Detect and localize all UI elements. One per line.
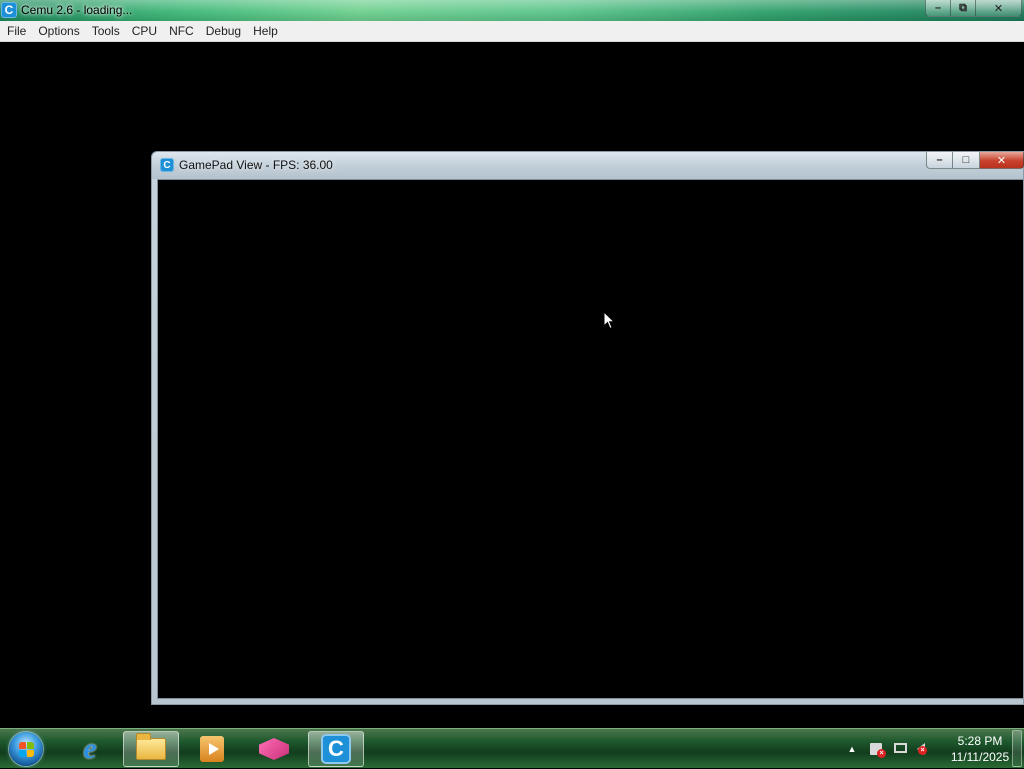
network-icon[interactable] [892, 742, 908, 756]
gamepad-window-title: GamePad View - FPS: 36.00 [179, 158, 333, 172]
main-minimize-button[interactable]: – [925, 0, 951, 17]
media-play-icon [200, 736, 224, 762]
action-center-flag-icon[interactable]: × [868, 742, 886, 758]
cemu-app-icon[interactable]: C [1, 2, 17, 18]
main-close-button[interactable]: ✕ [976, 0, 1022, 17]
main-restore-button[interactable]: ⧉ [951, 0, 976, 17]
main-window-title: Cemu 2.6 - loading... [21, 3, 133, 17]
menu-nfc[interactable]: NFC [163, 21, 200, 41]
folder-icon [136, 733, 166, 760]
main-window-controls: – ⧉ ✕ [925, 0, 1022, 17]
gamepad-close-button[interactable]: ✕ [980, 152, 1024, 169]
gamepad-render-area[interactable] [157, 179, 1023, 699]
system-tray: ▲ × × 5:28 PM 11/11/2025 [834, 729, 1024, 769]
taskbar: e C ▲ × × 5:28 PM 11/11/2025 [0, 728, 1024, 768]
taskbar-cemu[interactable]: C [308, 731, 364, 767]
menu-tools[interactable]: Tools [86, 21, 126, 41]
gamepad-minimize-button[interactable]: – [926, 152, 953, 169]
main-window-titlebar[interactable]: C Cemu 2.6 - loading... – ⧉ ✕ [0, 0, 1024, 21]
menu-debug[interactable]: Debug [200, 21, 247, 41]
taskbar-media-player[interactable] [184, 731, 240, 767]
menu-help[interactable]: Help [247, 21, 284, 41]
show-hidden-icons-arrow-icon[interactable]: ▲ [844, 742, 860, 756]
gamepad-view-window: C GamePad View - FPS: 36.00 – □ ✕ [151, 151, 1024, 705]
gamepad-maximize-button[interactable]: □ [953, 152, 980, 169]
taskbar-app-box[interactable] [246, 731, 302, 767]
menu-bar: File Options Tools CPU NFC Debug Help [0, 21, 1024, 42]
ie-icon: e [83, 732, 97, 765]
volume-muted-icon[interactable]: × [916, 742, 932, 756]
show-desktop-button[interactable] [1012, 730, 1022, 767]
mouse-cursor-icon [603, 311, 615, 330]
taskbar-windows-explorer[interactable] [123, 731, 179, 767]
gamepad-window-titlebar[interactable]: C GamePad View - FPS: 36.00 – □ ✕ [152, 152, 1024, 179]
cemu-icon: C [321, 734, 351, 764]
clock-date: 11/11/2025 [950, 750, 1010, 764]
menu-cpu[interactable]: CPU [126, 21, 163, 41]
clock-time: 5:28 PM [957, 734, 1003, 748]
box-icon [259, 738, 289, 760]
taskbar-internet-explorer[interactable]: e [62, 731, 118, 767]
menu-options[interactable]: Options [32, 21, 85, 41]
gamepad-window-controls: – □ ✕ [926, 152, 1024, 169]
menu-file[interactable]: File [1, 21, 32, 41]
windows-logo-icon [9, 732, 43, 766]
start-button[interactable] [6, 731, 46, 767]
cemu-app-icon[interactable]: C [160, 158, 174, 172]
taskbar-clock[interactable]: 5:28 PM 11/11/2025 [944, 733, 1016, 765]
